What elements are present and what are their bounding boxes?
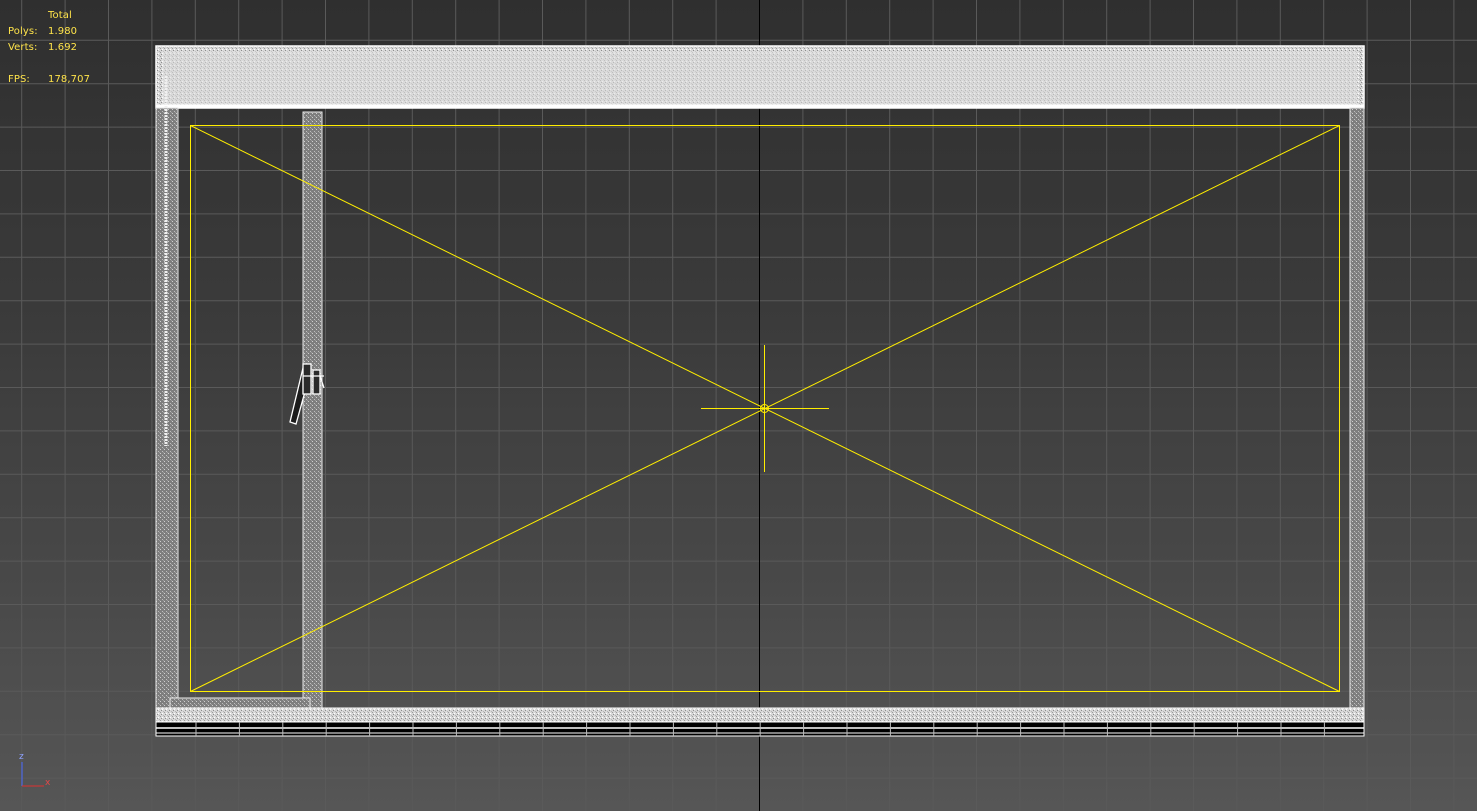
front-viewport[interactable]: Total Polys: 1.980 Verts: 1.692 FPS: 178… (0, 0, 1477, 811)
viewport-grid (0, 0, 1477, 811)
frame-left-sash-bottom (169, 697, 311, 709)
fps-value: 178,707 (48, 74, 91, 85)
polys-value: 1.980 (48, 26, 78, 37)
pivot-crosshair-icon[interactable] (701, 345, 829, 472)
frame-sill[interactable] (155, 707, 1365, 723)
verts-label: Verts: (8, 42, 38, 53)
frame-mullion[interactable] (302, 111, 323, 709)
axis-tripod-icon: z x (14, 752, 56, 790)
fps-label: FPS: (8, 74, 30, 85)
stats-header: Total (48, 10, 72, 21)
axis-z-label: z (19, 752, 24, 762)
verts-value: 1.692 (48, 42, 78, 53)
axis-x-label: x (45, 778, 51, 788)
frame-right-jamb[interactable] (1349, 107, 1365, 709)
polys-label: Polys: (8, 26, 38, 37)
viewport-scene[interactable] (0, 0, 1477, 811)
frame-top-header-inner (162, 51, 1358, 105)
